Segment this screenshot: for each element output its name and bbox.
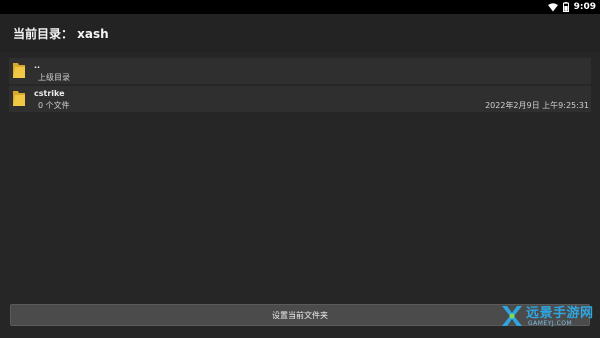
folder-icon — [13, 63, 25, 78]
entry-name: cstrike — [34, 89, 65, 98]
watermark: 远景手游网 GAMEYJ.COM — [500, 300, 600, 334]
file-list: .. 上级目录 cstrike 0 个文件 2022年2月9日 上午9:25:3… — [9, 58, 591, 114]
battery-icon — [562, 2, 569, 12]
entry-subtitle: 0 个文件 — [38, 101, 70, 110]
folder-icon — [13, 91, 25, 106]
status-time: 9:09 — [573, 2, 596, 12]
watermark-logo-icon — [502, 306, 522, 326]
list-item-parent-directory[interactable]: .. 上级目录 — [9, 58, 591, 84]
list-item-cstrike[interactable]: cstrike 0 个文件 2022年2月9日 上午9:25:31 — [9, 86, 591, 112]
status-bar: 9:09 — [0, 0, 600, 14]
current-directory-title: 当前目录： xash — [13, 26, 109, 41]
watermark-url: GAMEYJ.COM — [528, 320, 573, 327]
header: 当前目录： xash — [0, 14, 600, 52]
entry-name: .. — [34, 61, 41, 70]
watermark-name: 远景手游网 — [526, 306, 594, 321]
entry-date: 2022年2月9日 上午9:25:31 — [485, 101, 589, 110]
wifi-icon — [547, 2, 558, 11]
entry-subtitle: 上级目录 — [38, 73, 70, 82]
